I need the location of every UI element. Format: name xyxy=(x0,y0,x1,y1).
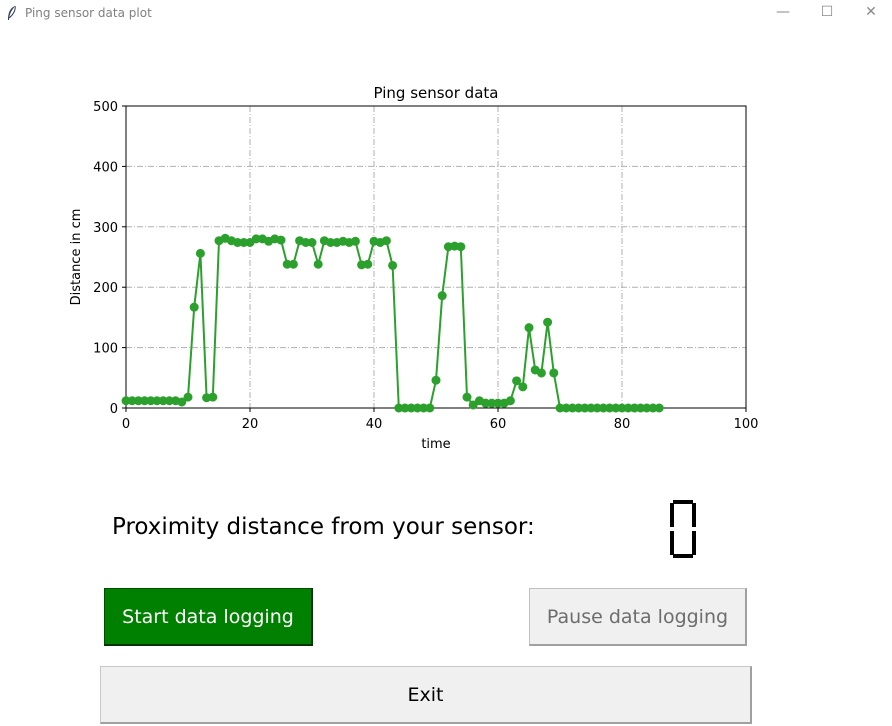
segment-c xyxy=(692,531,696,555)
title-bar: Ping sensor data plot — ☐ ✕ xyxy=(0,0,892,26)
close-button[interactable]: ✕ xyxy=(848,0,892,26)
data-point xyxy=(313,259,323,269)
data-point xyxy=(505,396,515,406)
data-point xyxy=(388,260,398,270)
start-logging-button[interactable]: Start data logging xyxy=(104,588,313,646)
y-tick-label: 400 xyxy=(93,160,118,175)
seven-segment-digit xyxy=(670,500,696,558)
data-point xyxy=(431,375,441,385)
data-point xyxy=(350,236,360,246)
y-tick-label: 100 xyxy=(93,342,118,357)
y-tick-label: 0 xyxy=(110,402,118,417)
data-point xyxy=(518,382,528,392)
data-point xyxy=(276,235,286,245)
y-tick-label: 500 xyxy=(93,100,118,115)
data-point xyxy=(189,302,199,312)
data-point xyxy=(524,323,534,333)
data-point xyxy=(183,392,193,402)
segment-b xyxy=(692,503,696,527)
segment-f xyxy=(670,503,674,527)
proximity-value-display xyxy=(670,500,696,558)
y-tick-label: 300 xyxy=(93,221,118,236)
pause-logging-button[interactable]: Pause data logging xyxy=(529,588,747,646)
data-point xyxy=(195,248,205,258)
minimize-button[interactable]: — xyxy=(760,0,806,26)
data-point xyxy=(307,238,317,248)
x-tick-label: 40 xyxy=(366,417,383,432)
data-point xyxy=(549,368,559,378)
chart-title: Ping sensor data xyxy=(374,84,499,102)
segment-d xyxy=(673,554,693,558)
segment-a xyxy=(673,500,693,504)
x-tick-label: 60 xyxy=(490,417,507,432)
data-point xyxy=(288,259,298,269)
exit-button[interactable]: Exit xyxy=(100,666,752,724)
ping-sensor-chart: 0 20 40 60 80 100 0 100 200 300 400 500 Ping sensor… xyxy=(69,84,758,452)
x-axis-label: time xyxy=(421,437,450,452)
data-point xyxy=(462,392,472,402)
axis-ticks: 0 20 40 60 80 100 0 100 200 300 400 500 xyxy=(93,100,758,432)
segment-e xyxy=(670,531,674,555)
data-point xyxy=(425,403,435,413)
feather-icon xyxy=(8,5,16,20)
y-axis-label: Distance in cm xyxy=(69,209,84,306)
data-point xyxy=(437,291,447,301)
window-title: Ping sensor data plot xyxy=(25,6,152,20)
x-tick-label: 20 xyxy=(242,417,259,432)
proximity-label: Proximity distance from your sensor: xyxy=(112,514,535,540)
data-point xyxy=(536,368,546,378)
data-point xyxy=(654,403,664,413)
data-point xyxy=(208,392,218,402)
maximize-button[interactable]: ☐ xyxy=(804,0,850,26)
x-tick-label: 100 xyxy=(734,417,759,432)
data-point xyxy=(543,317,553,327)
x-tick-label: 0 xyxy=(122,417,130,432)
x-tick-label: 80 xyxy=(614,417,631,432)
data-point xyxy=(456,242,466,252)
data-point xyxy=(381,236,391,246)
y-tick-label: 200 xyxy=(93,281,118,296)
data-point xyxy=(363,259,373,269)
